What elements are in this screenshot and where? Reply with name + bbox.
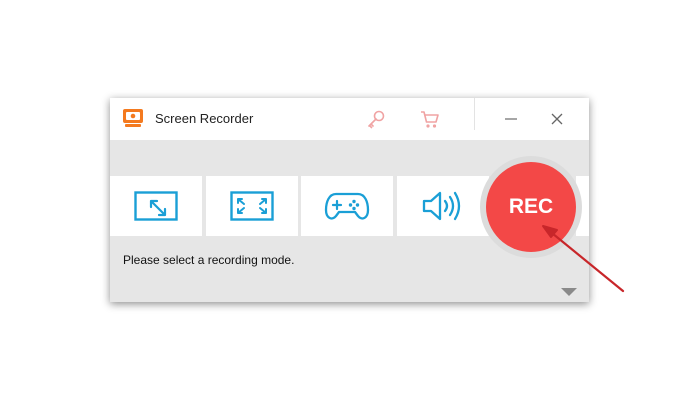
rec-button-label: REC [508,195,554,218]
rec-button[interactable]: REC [486,162,576,252]
mode-fullscreen-button[interactable] [206,176,298,236]
gamepad-icon [324,192,370,220]
mode-audio-only-button[interactable] [397,176,489,236]
fullscreen-icon [230,191,274,221]
mode-game-button[interactable] [301,176,393,236]
custom-region-icon [134,191,178,221]
screen-recorder-window: Screen Recorder REC Please select a reco… [110,98,589,302]
mode-custom-region-button[interactable] [110,176,202,236]
titlebar-divider [474,98,475,130]
cart-icon[interactable] [419,108,441,130]
status-message: Please select a recording mode. [123,253,295,267]
minimize-icon[interactable] [500,108,522,130]
expand-triangle-icon[interactable] [560,287,578,297]
speaker-icon [422,191,461,221]
screen-recorder-app-icon [123,109,143,127]
close-icon[interactable] [546,108,568,130]
window-title: Screen Recorder [155,111,254,126]
key-icon[interactable] [365,108,387,130]
title-bar[interactable]: Screen Recorder [110,98,589,140]
